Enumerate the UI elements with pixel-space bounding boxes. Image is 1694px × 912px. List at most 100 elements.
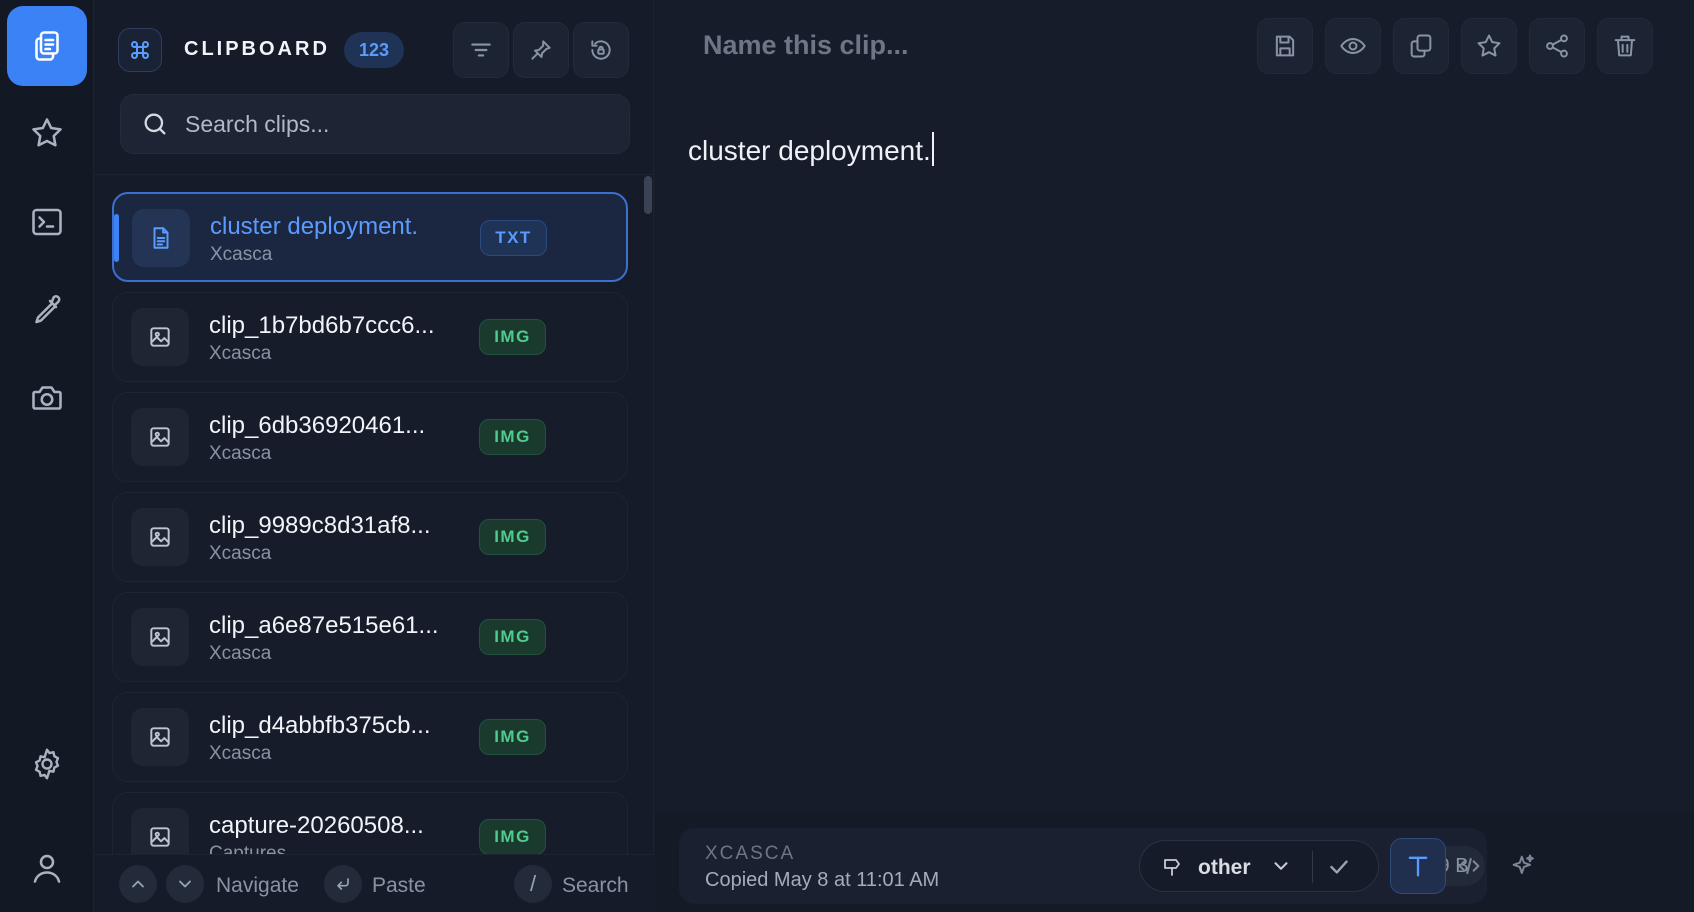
rail-terminal-button[interactable] (7, 182, 87, 262)
search-icon (144, 113, 166, 135)
clip-meta: XCASCA Copied May 8 at 11:01 AM other 19… (679, 828, 1487, 904)
clip-source: Xcasca (209, 543, 272, 564)
clip-source: Xcasca (209, 343, 272, 364)
save-button[interactable] (1257, 18, 1313, 74)
type-badge: IMG (479, 619, 546, 655)
clip-type-icon (131, 708, 189, 766)
list-item[interactable]: cluster deployment. Xcasca TXT (112, 192, 628, 282)
code-icon (1458, 857, 1480, 875)
clip-title: clip_1b7bd6b7ccc6... (209, 312, 435, 339)
image-icon (150, 727, 170, 747)
clip-type-icon (132, 209, 190, 267)
copy-icon (1410, 34, 1432, 58)
clip-type-icon (131, 808, 189, 854)
list-item[interactable]: clip_d4abbfb375cb... Xcasca IMG (112, 692, 628, 782)
clip-count-badge: 123 (344, 32, 405, 68)
check-icon[interactable] (1326, 854, 1352, 880)
app-title: CLIPBOARD (184, 38, 330, 60)
category-select[interactable]: other (1139, 840, 1379, 892)
list-item[interactable]: clip_a6e87e515e61... Xcasca IMG (112, 592, 628, 682)
eye-icon (1340, 38, 1366, 54)
code-mode-button[interactable] (1441, 838, 1497, 894)
type-badge: IMG (479, 819, 546, 854)
clip-title: capture-20260508... (209, 812, 424, 839)
rail-clipboard-button[interactable] (7, 6, 87, 86)
chevron-down-icon (1274, 862, 1288, 870)
app-rail (0, 0, 94, 912)
clip-source: Xcasca (209, 643, 272, 664)
clip-title: cluster deployment. (210, 213, 419, 240)
key-down-hint (166, 865, 204, 903)
rail-favorites-button[interactable] (7, 93, 87, 173)
list-item[interactable]: capture-20260508... Captures IMG (112, 792, 628, 854)
chevron-up-icon (132, 880, 144, 888)
pin-icon (531, 40, 551, 60)
image-icon (150, 627, 170, 647)
trash-icon (1614, 35, 1636, 57)
navigate-hint: Navigate (216, 874, 299, 897)
pin-button[interactable] (513, 22, 569, 78)
sidebar-header: CLIPBOARD 123 (94, 0, 654, 100)
text-icon (1408, 856, 1428, 877)
rail-screenshot-button[interactable] (7, 358, 87, 438)
type-badge: IMG (479, 419, 546, 455)
search-box[interactable] (120, 94, 630, 154)
ai-mode-button[interactable] (1495, 838, 1551, 894)
share-icon (1546, 34, 1568, 58)
clip-source: Xcasca (210, 244, 273, 265)
copy-button[interactable] (1393, 18, 1449, 74)
image-icon (150, 827, 170, 847)
list-scrollbar[interactable] (644, 176, 652, 214)
key-enter-hint (324, 865, 362, 903)
clip-type-icon (131, 508, 189, 566)
image-icon (150, 327, 170, 347)
type-badge: TXT (480, 220, 547, 256)
text-mode-button[interactable] (1390, 838, 1446, 894)
tag-icon (1164, 859, 1180, 876)
shortcut-footer: Navigate Paste / Search (94, 854, 654, 912)
type-badge: IMG (479, 519, 546, 555)
clip-source: Xcasca (209, 443, 272, 464)
share-button[interactable] (1529, 18, 1585, 74)
list-item[interactable]: clip_1b7bd6b7ccc6... Xcasca IMG (112, 292, 628, 382)
clip-title: clip_d4abbfb375cb... (209, 712, 431, 739)
copied-timestamp: Copied May 8 at 11:01 AM (705, 869, 940, 891)
clip-title: clip_a6e87e515e61... (209, 612, 439, 639)
save-icon (1275, 35, 1295, 57)
list-item[interactable]: clip_6db36920461... Xcasca IMG (112, 392, 628, 482)
clip-name-input[interactable] (703, 22, 1263, 68)
document-icon (153, 227, 169, 249)
clip-title: clip_6db36920461... (209, 412, 426, 439)
rail-account-button[interactable] (7, 828, 87, 908)
rail-settings-button[interactable] (7, 724, 87, 804)
app-logo (118, 28, 162, 72)
user-icon (33, 854, 61, 883)
filter-button[interactable] (453, 22, 509, 78)
clip-type-icon (131, 308, 189, 366)
history-lock-button[interactable] (573, 22, 629, 78)
selection-indicator (114, 214, 119, 262)
search-input[interactable] (185, 110, 605, 138)
gear-icon (34, 748, 60, 780)
clip-source: Xcasca (209, 743, 272, 764)
clipboard-icon (35, 31, 59, 61)
delete-button[interactable] (1597, 18, 1653, 74)
clip-title: clip_9989c8d31af8... (209, 512, 431, 539)
history-lock-icon (591, 40, 611, 60)
status-bar: XCASCA Copied May 8 at 11:01 AM other 19… (655, 812, 1694, 912)
preview-button[interactable] (1325, 18, 1381, 74)
chevron-down-icon (179, 880, 191, 888)
clip-content-editor[interactable]: cluster deployment. (688, 132, 934, 167)
divider (1312, 851, 1313, 883)
type-badge: IMG (479, 319, 546, 355)
rail-color-picker-button[interactable] (7, 270, 87, 350)
category-value: other (1198, 856, 1251, 879)
terminal-icon (32, 208, 62, 236)
clip-sidebar: CLIPBOARD 123 cluster deployment. Xcasca… (94, 0, 654, 912)
list-item[interactable]: clip_9989c8d31af8... Xcasca IMG (112, 492, 628, 582)
paste-hint: Paste (372, 874, 426, 897)
enter-icon (337, 878, 349, 890)
clip-type-icon (131, 408, 189, 466)
favorite-button[interactable] (1461, 18, 1517, 74)
text-caret (931, 132, 934, 166)
